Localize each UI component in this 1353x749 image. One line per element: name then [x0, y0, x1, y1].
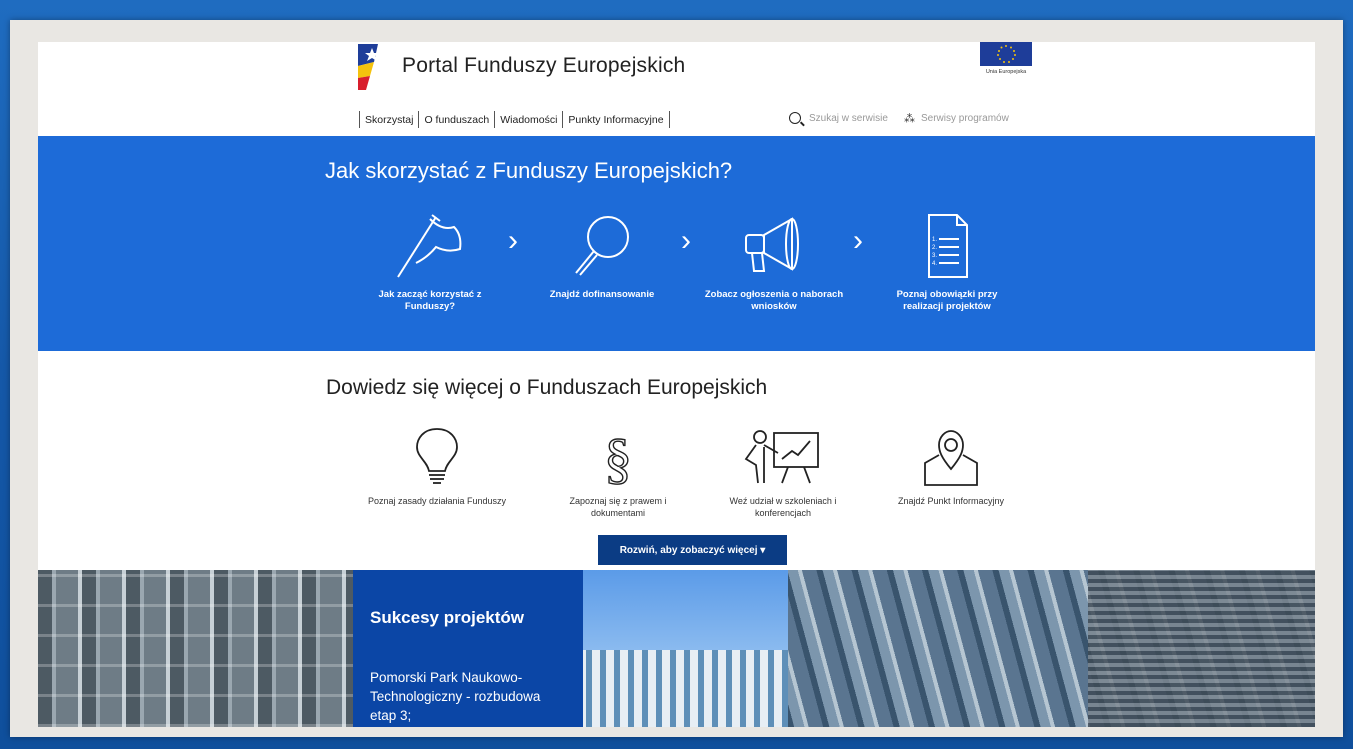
nav-separator [668, 111, 670, 128]
expand-more-button[interactable]: Rozwiń, aby zobaczyć więcej ▾ [598, 535, 787, 565]
band-heading: Jak skorzystać z Funduszy Europejskich? [325, 158, 733, 183]
success-stories-banner: Sukcesy projektów Pomorski Park Naukowo-… [38, 570, 1315, 727]
main-nav: Skorzystaj O funduszach Wiadomości Punkt… [354, 111, 675, 128]
success-heading[interactable]: Sukcesy projektów [370, 608, 524, 628]
learn-law-label[interactable]: Zapoznaj się z prawem i dokumentami [543, 495, 693, 519]
paragraph-icon: § [603, 427, 632, 487]
chevron-right-icon: › [681, 224, 691, 257]
nav-separator [562, 111, 564, 128]
step-announcements-label[interactable]: Zobacz ogłoszenia o naborach wniosków [704, 289, 844, 313]
learn-info-point-label[interactable]: Znajdź Punkt Informacyjny [876, 495, 1026, 507]
search-icon[interactable] [789, 112, 801, 124]
learn-law[interactable]: § Zapoznaj się z prawem i dokumentami [543, 425, 693, 519]
portal-logo-icon[interactable] [356, 42, 386, 92]
presentation-icon [744, 430, 819, 484]
megaphone-icon [745, 217, 799, 272]
network-icon: ⁂ [904, 113, 915, 125]
eu-label: Unia Europejska [985, 69, 1027, 75]
building-photo-left-overlay [38, 570, 368, 727]
step-obligations-label[interactable]: Poznaj obowiązki przy realizacji projekt… [877, 289, 1017, 313]
magnifier-icon [575, 216, 629, 276]
site-title[interactable]: Portal Funduszy Europejskich [402, 54, 685, 78]
learn-trainings-label[interactable]: Weź udział w szkoleniach i konferencjach [708, 495, 858, 519]
svg-text:1.: 1. [932, 237, 937, 243]
nav-item-skorzystaj[interactable]: Skorzystaj [365, 114, 413, 126]
search-placeholder[interactable]: Szukaj w serwisie [809, 113, 888, 124]
building-photo-far-right [1088, 570, 1315, 727]
success-card[interactable]: Sukcesy projektów Pomorski Park Naukowo-… [353, 570, 583, 727]
step-find-funding[interactable]: Znajdź dofinansowanie [532, 211, 672, 301]
learn-rules-label[interactable]: Poznaj zasady działania Funduszy [362, 495, 512, 507]
nav-item-wiadomosci[interactable]: Wiadomości [500, 114, 557, 126]
step-start-label[interactable]: Jak zacząć korzystać z Funduszy? [360, 289, 500, 313]
chevron-right-icon: › [508, 224, 518, 257]
map-pin-icon [924, 430, 978, 486]
learn-heading: Dowiedz się więcej o Funduszach Europejs… [326, 376, 768, 399]
eu-flag-icon [980, 42, 1032, 66]
services-label[interactable]: Serwisy programów [921, 113, 1009, 124]
document-list-icon: 1. 2. 3. 4. [928, 214, 968, 278]
services-link[interactable]: ⁂ Serwisy programów [904, 112, 1009, 125]
nav-separator [418, 111, 420, 128]
lightbulb-icon [416, 428, 458, 484]
web-page: Portal Funduszy Europejskich Unia Europe… [38, 42, 1315, 727]
chevron-right-icon: › [853, 224, 863, 257]
svg-text:3.: 3. [932, 253, 937, 259]
nav-separator [359, 111, 360, 128]
success-text[interactable]: Pomorski Park Naukowo-Technologiczny - r… [370, 668, 570, 725]
svg-text:4.: 4. [932, 261, 937, 267]
nav-separator [494, 111, 496, 128]
how-to-band: Jak skorzystać z Funduszy Europejskich? … [38, 136, 1315, 351]
step-announcements[interactable]: Zobacz ogłoszenia o naborach wniosków [704, 211, 844, 313]
flag-icon [397, 214, 462, 278]
search-box[interactable]: Szukaj w serwisie [789, 112, 888, 124]
step-start[interactable]: Jak zacząć korzystać z Funduszy? [360, 211, 500, 313]
svg-text:§: § [604, 428, 632, 487]
step-obligations[interactable]: 1. 2. 3. 4. Poznaj obowiązki przy realizacj… [877, 211, 1017, 313]
svg-text:2.: 2. [932, 245, 937, 251]
nav-item-punkty-informacyjne[interactable]: Punkty Informacyjne [568, 114, 663, 126]
step-find-funding-label[interactable]: Znajdź dofinansowanie [532, 289, 672, 301]
learn-trainings[interactable]: Weź udział w szkoleniach i konferencjach [708, 425, 858, 519]
learn-info-point[interactable]: Znajdź Punkt Informacyjny [876, 425, 1026, 507]
nav-item-o-funduszach[interactable]: O funduszach [424, 114, 489, 126]
learn-rules[interactable]: Poznaj zasady działania Funduszy [362, 425, 512, 507]
screen-frame: Portal Funduszy Europejskich Unia Europe… [10, 20, 1343, 737]
